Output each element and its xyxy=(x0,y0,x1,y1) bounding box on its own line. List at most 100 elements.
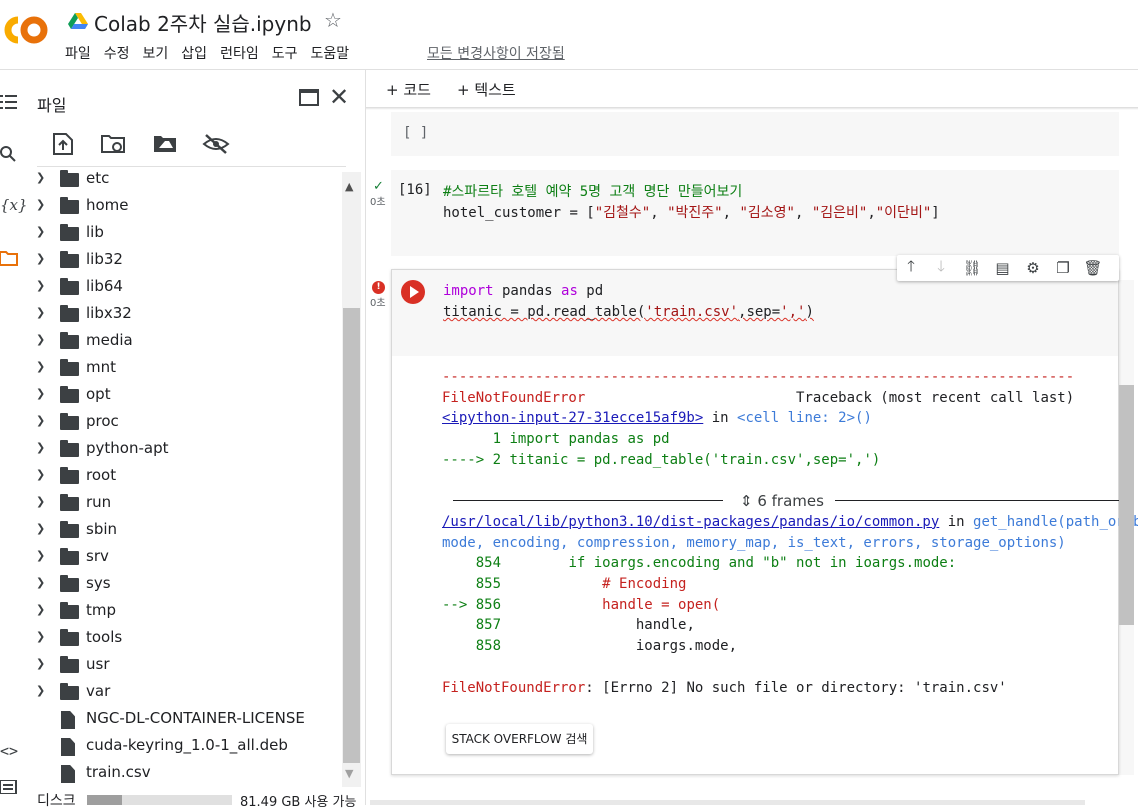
files-panel-title: 파일 xyxy=(37,96,67,115)
frames-label-text: 6 frames xyxy=(757,492,824,510)
chevron-right-icon[interactable]: ❯ xyxy=(36,171,45,184)
chevron-right-icon[interactable]: ❯ xyxy=(36,603,45,616)
chevron-right-icon[interactable]: ❯ xyxy=(36,657,45,670)
move-down-icon[interactable]: 🡓 xyxy=(925,256,957,281)
star-icon[interactable]: ☆ xyxy=(324,8,342,32)
tree-item-folder[interactable]: ❯ lib64 xyxy=(30,274,342,301)
toc-icon[interactable] xyxy=(0,94,22,110)
tree-item-folder[interactable]: ❯ tools xyxy=(30,625,342,652)
move-up-icon[interactable]: 🡑 xyxy=(897,256,925,281)
tree-item-folder[interactable]: ❯ var xyxy=(30,679,342,706)
tree-item-folder[interactable]: ❯ tmp xyxy=(30,598,342,625)
notebook-title[interactable]: Colab 2주차 실습.ipynb xyxy=(94,8,312,37)
input-link[interactable]: <ipython-input-27-31ecce15af9b> xyxy=(442,410,703,426)
upload-icon[interactable] xyxy=(53,133,73,155)
output-text: in xyxy=(939,513,974,530)
google-drive-icon[interactable] xyxy=(68,12,88,30)
chevron-right-icon[interactable]: ❯ xyxy=(36,684,45,697)
folder-icon[interactable] xyxy=(0,250,22,266)
menu-view[interactable]: 보기 xyxy=(143,43,169,63)
tree-item-folder[interactable]: ❯ sbin xyxy=(30,517,342,544)
mirror-cell-icon[interactable]: ❐ xyxy=(1048,259,1078,277)
menu-file[interactable]: 파일 xyxy=(65,43,91,63)
scrollbar-thumb[interactable] xyxy=(343,308,360,763)
tree-item-folder[interactable]: ❯ proc xyxy=(30,409,342,436)
chevron-right-icon[interactable]: ❯ xyxy=(36,414,45,427)
command-palette-icon[interactable] xyxy=(0,780,22,794)
chevron-right-icon[interactable]: ❯ xyxy=(36,387,45,400)
output-scrollbar-thumb[interactable] xyxy=(1119,385,1134,625)
tree-item-folder[interactable]: ❯ lib xyxy=(30,220,342,247)
disk-label: 디스크 xyxy=(37,793,76,809)
variables-icon[interactable]: {x} xyxy=(0,196,28,214)
tree-item-file[interactable]: cuda-keyring_1.0-1_all.deb xyxy=(30,733,342,760)
search-icon[interactable] xyxy=(0,145,22,163)
code-snippets-icon[interactable]: <> xyxy=(0,742,22,760)
tree-item-folder[interactable]: ❯ lib32 xyxy=(30,247,342,274)
menu-edit[interactable]: 수정 xyxy=(104,43,130,63)
colab-logo[interactable] xyxy=(2,12,50,48)
code-editor[interactable]: #스파르타 호텔 예약 5명 고객 명단 만들어보기 hotel_customer… xyxy=(443,182,940,224)
tree-item-folder[interactable]: ❯ srv xyxy=(30,544,342,571)
chevron-right-icon[interactable]: ❯ xyxy=(36,333,45,346)
scroll-down-arrow-icon[interactable]: ▼ xyxy=(345,767,353,780)
delete-icon[interactable]: 🗑 xyxy=(1078,259,1108,277)
tree-item-folder[interactable]: ❯ root xyxy=(30,463,342,490)
trace-code: handle, xyxy=(509,617,695,634)
mount-drive-icon[interactable] xyxy=(154,136,176,152)
close-icon[interactable]: ✕ xyxy=(329,83,349,111)
maximize-panel-icon[interactable] xyxy=(299,89,319,106)
gear-icon[interactable]: ⚙ xyxy=(1018,259,1048,277)
horizontal-scrollbar[interactable] xyxy=(370,800,1085,805)
chevron-right-icon[interactable]: ❯ xyxy=(36,198,45,211)
chevron-right-icon[interactable]: ❯ xyxy=(36,630,45,643)
chevron-right-icon[interactable]: ❯ xyxy=(36,468,45,481)
header-divider xyxy=(0,69,1138,70)
code-cell-empty[interactable] xyxy=(391,112,1119,156)
chevron-right-icon[interactable]: ❯ xyxy=(36,306,45,319)
comment-icon[interactable]: ▤ xyxy=(987,259,1018,277)
tree-item-folder[interactable]: ❯ home xyxy=(30,193,342,220)
tree-item-folder[interactable]: ❯ mnt xyxy=(30,355,342,382)
chevron-right-icon[interactable]: ❯ xyxy=(36,360,45,373)
code-editor[interactable]: import pandas as pd titanic = pd.read_tab… xyxy=(443,281,814,323)
save-status[interactable]: 모든 변경사항이 저장됨 xyxy=(427,43,565,63)
menu-tools[interactable]: 도구 xyxy=(272,43,298,63)
tree-item-folder[interactable]: ❯ sys xyxy=(30,571,342,598)
stack-overflow-search-button[interactable]: STACK OVERFLOW 검색 xyxy=(446,724,593,754)
folder-icon xyxy=(60,251,79,268)
tree-item-folder[interactable]: ❯ libx32 xyxy=(30,301,342,328)
hide-files-icon[interactable] xyxy=(202,134,230,154)
code-token: , xyxy=(650,205,668,221)
chevron-right-icon[interactable]: ❯ xyxy=(36,252,45,265)
path-link[interactable]: /usr/local/lib/python3.10/dist-packages/… xyxy=(442,514,939,530)
chevron-right-icon[interactable]: ❯ xyxy=(36,495,45,508)
tree-item-folder[interactable]: ❯ run xyxy=(30,490,342,517)
chevron-right-icon[interactable]: ❯ xyxy=(36,225,45,238)
frames-toggle[interactable]: ⇕ 6 frames xyxy=(740,492,824,510)
menu-help[interactable]: 도움말 xyxy=(310,43,349,63)
menu-insert[interactable]: 삽입 xyxy=(181,43,207,63)
chevron-right-icon[interactable]: ❯ xyxy=(36,549,45,562)
add-code-button[interactable]: + 코드 xyxy=(386,79,431,100)
chevron-right-icon[interactable]: ❯ xyxy=(36,522,45,535)
code-string: "김소영" xyxy=(739,205,795,221)
run-cell-button[interactable] xyxy=(401,280,425,304)
tree-item-folder[interactable]: ❯ etc xyxy=(30,167,342,193)
panel-separator[interactable] xyxy=(365,70,366,805)
chevron-right-icon[interactable]: ❯ xyxy=(36,279,45,292)
refresh-folder-icon[interactable] xyxy=(101,135,125,153)
menu-runtime[interactable]: 런타임 xyxy=(220,43,259,63)
chevron-right-icon[interactable]: ❯ xyxy=(36,441,45,454)
tree-item-folder[interactable]: ❯ usr xyxy=(30,652,342,679)
link-icon[interactable]: ⛓ xyxy=(957,259,987,277)
tree-item-folder[interactable]: ❯ opt xyxy=(30,382,342,409)
tree-item-file[interactable]: NGC-DL-CONTAINER-LICENSE xyxy=(30,706,342,733)
code-token: titanic = pd.read_table( xyxy=(443,304,646,320)
scroll-up-arrow-icon[interactable]: ▲ xyxy=(345,180,353,193)
tree-item-folder[interactable]: ❯ media xyxy=(30,328,342,355)
add-text-button[interactable]: + 텍스트 xyxy=(457,79,516,100)
chevron-right-icon[interactable]: ❯ xyxy=(36,576,45,589)
tree-item-folder[interactable]: ❯ python-apt xyxy=(30,436,342,463)
tree-item-file[interactable]: train.csv xyxy=(30,760,342,787)
